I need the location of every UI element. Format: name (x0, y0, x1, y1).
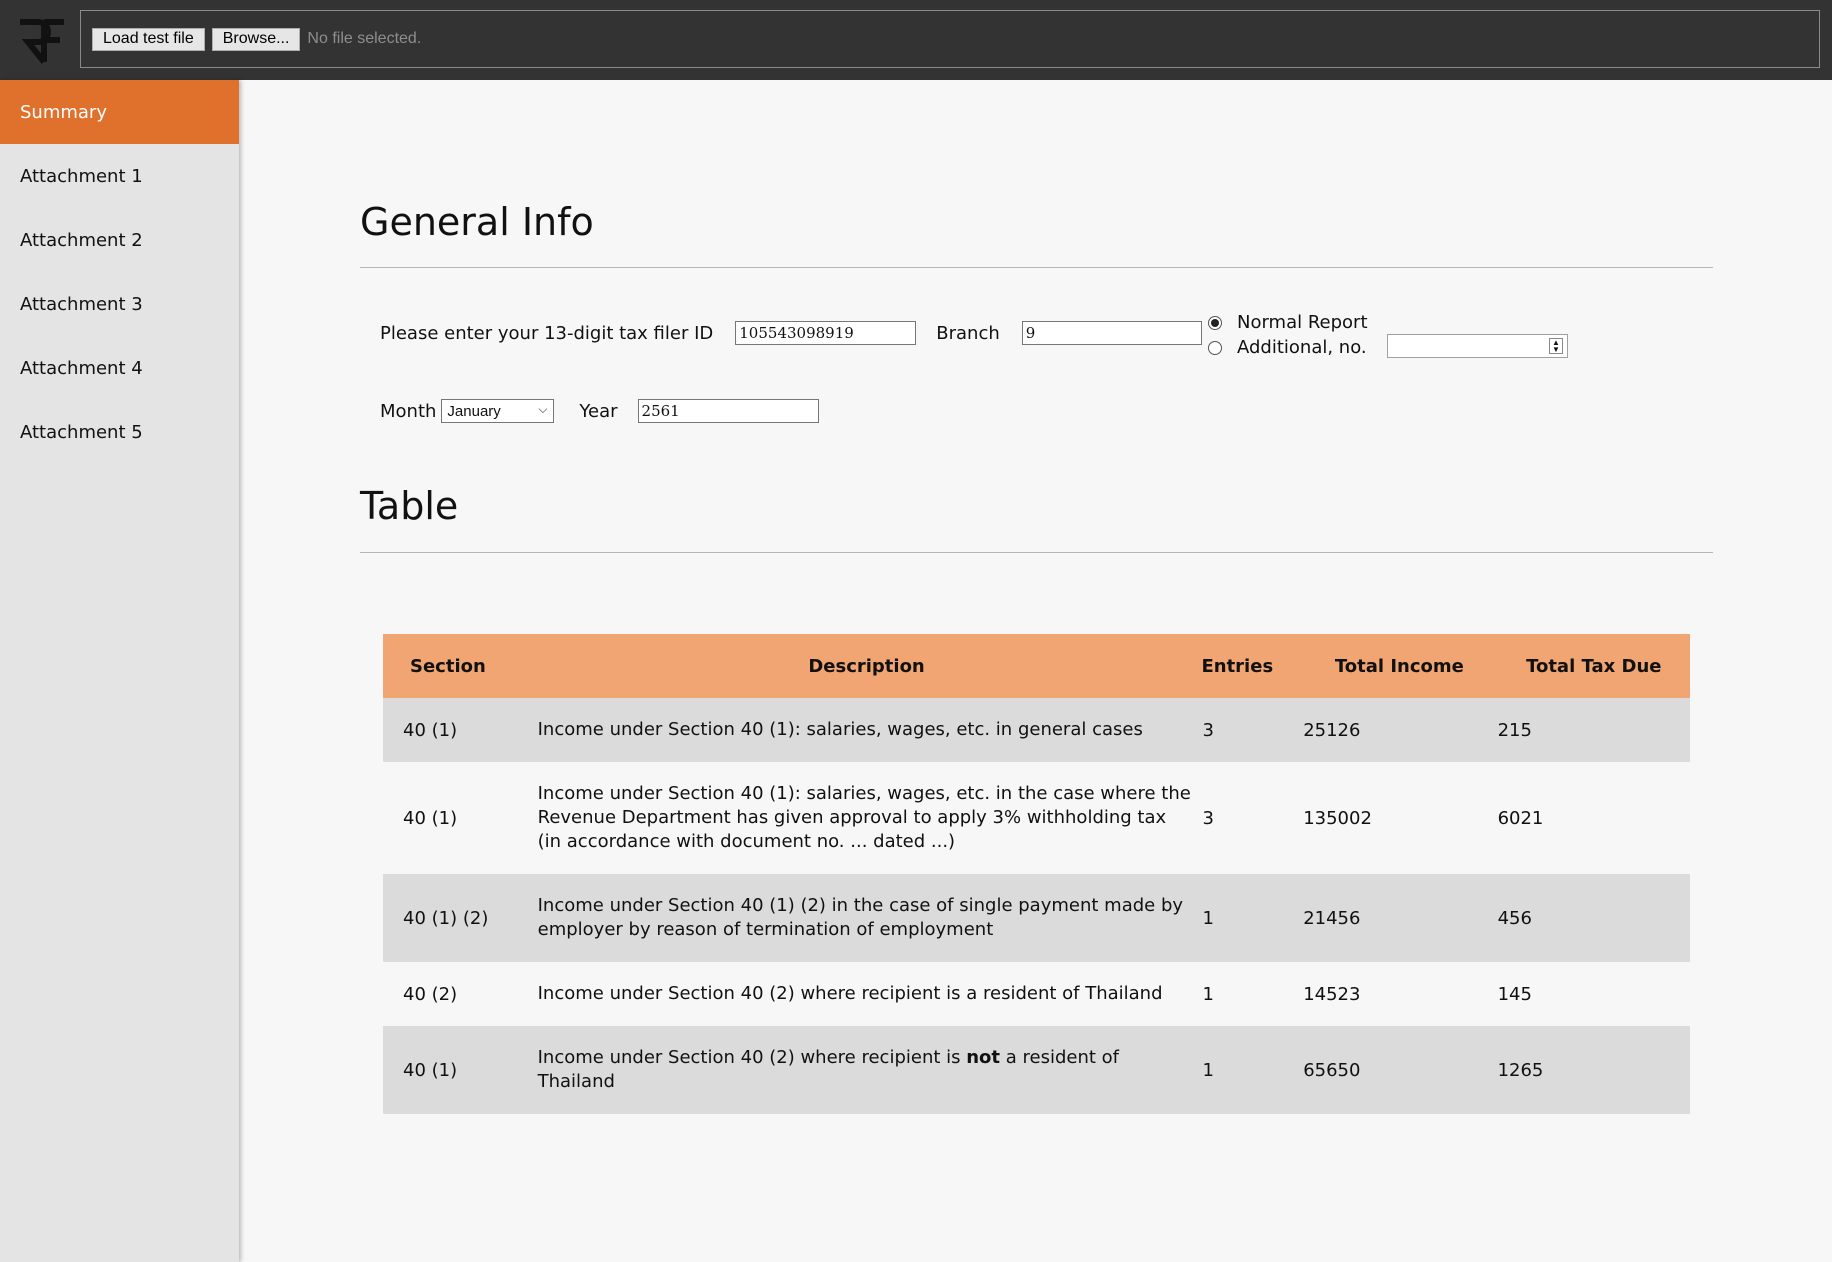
cell-description: Income under Section 40 (1): salaries, w… (537, 783, 1191, 852)
top-bar: Load test file Browse... No file selecte… (0, 0, 1832, 80)
chevron-down-icon: ⌵ (538, 402, 548, 416)
cell-total-tax: 6021 (1497, 807, 1544, 829)
general-info-title: General Info (360, 200, 594, 244)
cell-entries: 3 (1202, 807, 1214, 829)
cell-total-tax: 215 (1497, 719, 1532, 741)
month-select-value: January (447, 402, 501, 420)
branch-label: Branch (936, 322, 1000, 344)
normal-report-radio[interactable] (1208, 315, 1222, 330)
load-test-file-button[interactable]: Load test file (92, 27, 205, 51)
report-type-group: Normal Report Additional, no. (1208, 310, 1368, 360)
cell-total-income: 135002 (1303, 807, 1372, 829)
divider (360, 552, 1713, 553)
summary-table: Section Description Entries Total Income… (383, 634, 1690, 1114)
spinner-arrows-icon[interactable]: ▲ ▼ (1549, 338, 1563, 354)
cell-description: Income under Section 40 (2) where recipi… (537, 1047, 1119, 1092)
month-label: Month (380, 400, 437, 422)
period-row: Month January ⌵ Year 2561 (380, 399, 839, 423)
table-row: 40 (1) Income under Section 40 (1): sala… (383, 698, 1690, 762)
cell-entries: 3 (1202, 719, 1214, 741)
sidebar-item-summary[interactable]: Summary (0, 80, 239, 144)
cell-section: 40 (1) (403, 1059, 458, 1081)
sidebar: Summary Attachment 1 Attachment 2 Attach… (0, 80, 239, 1262)
table-header-row: Section Description Entries Total Income… (383, 634, 1690, 698)
sidebar-item-attachment-4[interactable]: Attachment 4 (0, 336, 239, 400)
header-description: Description (808, 655, 925, 677)
file-status-text: No file selected. (307, 30, 422, 47)
tax-id-row: Please enter your 13-digit tax filer ID … (380, 321, 1222, 345)
table-row: 40 (2) Income under Section 40 (2) where… (383, 962, 1690, 1026)
cell-entries: 1 (1202, 907, 1214, 929)
cell-section: 40 (1) (2) (403, 907, 489, 929)
month-select[interactable]: January ⌵ (441, 399, 555, 423)
table-row: 40 (1) Income under Section 40 (1): sala… (383, 762, 1690, 874)
cell-section: 40 (1) (403, 807, 458, 829)
additional-report-radio[interactable] (1208, 340, 1222, 355)
cell-section: 40 (1) (403, 719, 458, 741)
cell-description: Income under Section 40 (1): salaries, w… (537, 719, 1143, 740)
year-label: Year (579, 400, 618, 422)
normal-report-label: Normal Report (1237, 312, 1368, 333)
additional-number-input[interactable]: ▲ ▼ (1387, 334, 1568, 358)
tax-id-label: Please enter your 13-digit tax filer ID (380, 322, 714, 344)
cell-total-income: 65650 (1303, 1059, 1361, 1081)
cell-total-tax: 145 (1497, 983, 1532, 1005)
sidebar-item-attachment-3[interactable]: Attachment 3 (0, 272, 239, 336)
cell-section: 40 (2) (403, 983, 458, 1005)
browse-button[interactable]: Browse... (211, 27, 301, 51)
divider (360, 267, 1713, 268)
file-loader: Load test file Browse... No file selecte… (80, 10, 1820, 68)
additional-report-label: Additional, no. (1237, 337, 1367, 358)
rf-logo-icon (20, 19, 64, 64)
table-row: 40 (1) Income under Section 40 (2) where… (383, 1026, 1690, 1114)
cell-total-tax: 1265 (1497, 1059, 1544, 1081)
sidebar-item-attachment-2[interactable]: Attachment 2 (0, 208, 239, 272)
table-row: 40 (1) (2) Income under Section 40 (1) (… (383, 874, 1690, 962)
cell-total-income: 14523 (1303, 983, 1361, 1005)
cell-description: Income under Section 40 (2) where recipi… (537, 983, 1163, 1004)
table-title: Table (360, 484, 459, 528)
cell-total-income: 25126 (1303, 719, 1361, 741)
year-input[interactable]: 2561 (637, 399, 819, 423)
branch-input[interactable]: 9 (1021, 321, 1202, 345)
cell-description: Income under Section 40 (1) (2) in the c… (537, 895, 1184, 940)
header-total-tax-due: Total Tax Due (1526, 655, 1662, 677)
header-entries: Entries (1201, 655, 1274, 677)
sidebar-item-attachment-1[interactable]: Attachment 1 (0, 144, 239, 208)
header-total-income: Total Income (1334, 655, 1464, 677)
header-section: Section (410, 655, 486, 677)
cell-total-income: 21456 (1303, 907, 1361, 929)
cell-entries: 1 (1202, 983, 1214, 1005)
cell-total-tax: 456 (1497, 907, 1532, 929)
cell-entries: 1 (1202, 1059, 1214, 1081)
sidebar-item-attachment-5[interactable]: Attachment 5 (0, 400, 239, 464)
tax-id-input[interactable]: 105543098919 (735, 321, 917, 345)
